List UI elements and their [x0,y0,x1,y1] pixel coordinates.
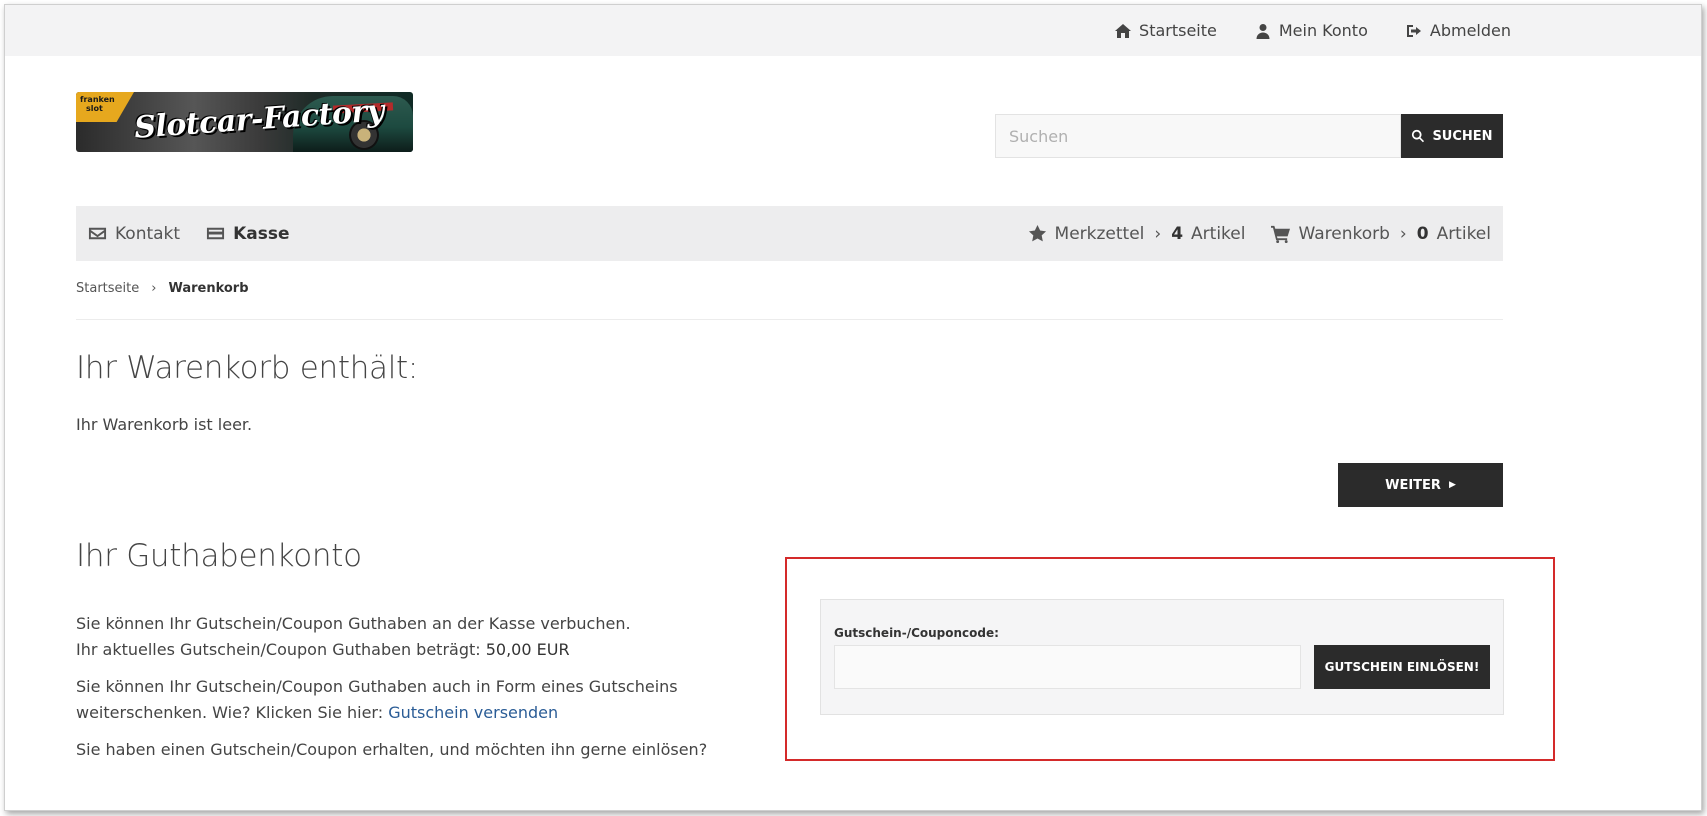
caret-right-icon: ▶ [1448,480,1456,490]
logo-tag: franken slot [76,92,134,122]
coupon-code-input[interactable] [834,645,1301,689]
cart-empty-text: Ihr Warenkorb ist leer. [76,415,253,434]
main-nav-left: Kontakt Kasse [88,224,290,244]
credit-text-2: Ihr aktuelles Gutschein/Coupon Guthaben … [76,637,570,663]
logo-tag-line1: franken [80,95,115,104]
nav-cart-count: 0 [1416,223,1429,244]
coupon-form: Gutschein-/Couponcode: GUTSCHEIN EINLÖSE… [820,599,1504,715]
main-nav: Kontakt Kasse Merkzettel › 4 Artikel War… [76,206,1503,261]
site-logo[interactable]: franken slot Slotcar-Factory [76,92,413,152]
search-button-label: SUCHEN [1432,128,1493,144]
credit-send-prefix: weiterschenken. Wie? Klicken Sie hier: [76,703,389,722]
continue-button-label: WEITER [1385,477,1441,493]
search-input[interactable] [995,114,1401,158]
credit-text-5: Sie haben einen Gutschein/Coupon erhalte… [76,740,708,759]
credit-card-icon [207,227,225,240]
credit-text-3: Sie können Ihr Gutschein/Coupon Guthaben… [76,677,678,696]
credit-heading: Ihr Guthabenkonto [76,538,362,574]
nav-cart-label: Warenkorb [1298,223,1390,244]
nav-wishlist-label: Merkzettel [1054,223,1145,244]
nav-cart-unit: Artikel [1436,223,1491,244]
user-icon [1256,23,1270,39]
divider [76,319,1503,320]
credit-balance-label: Ihr aktuelles Gutschein/Coupon Guthaben … [76,640,486,659]
nav-contact[interactable]: Kontakt [88,224,180,244]
chevron-right-icon: › [1399,223,1407,244]
chevron-right-icon: › [1154,223,1162,244]
search-icon [1412,129,1425,143]
nav-wishlist-unit: Artikel [1191,223,1246,244]
cart-heading: Ihr Warenkorb enthält: [76,350,419,386]
nav-wishlist[interactable]: Merkzettel › 4 Artikel [1028,223,1246,244]
star-icon [1028,224,1046,242]
breadcrumb-current: Warenkorb [168,281,249,296]
redeem-coupon-button[interactable]: GUTSCHEIN EINLÖSEN! [1314,645,1490,689]
top-nav-account[interactable]: Mein Konto [1255,21,1368,40]
envelope-icon [88,227,107,240]
top-nav-home[interactable]: Startseite [1115,21,1217,40]
nav-checkout[interactable]: Kasse [206,223,290,244]
coupon-label: Gutschein-/Couponcode: [834,626,999,640]
breadcrumb: Startseite › Warenkorb [76,281,249,296]
search-form: SUCHEN [995,114,1503,158]
credit-text-1: Sie können Ihr Gutschein/Coupon Guthaben… [76,614,631,633]
top-nav: Startseite Mein Konto Abmelden [1115,5,1511,56]
nav-wishlist-count: 4 [1171,223,1184,244]
page-frame: Startseite Mein Konto Abmelden franken s… [4,4,1702,811]
top-nav-account-label: Mein Konto [1278,21,1368,40]
chevron-right-icon: › [151,281,157,296]
breadcrumb-home[interactable]: Startseite [76,281,139,296]
sign-out-icon [1406,24,1421,37]
continue-button[interactable]: WEITER ▶ [1338,463,1503,507]
top-nav-home-label: Startseite [1139,21,1217,40]
credit-text-4: weiterschenken. Wie? Klicken Sie hier: G… [76,700,558,726]
top-bar: Startseite Mein Konto Abmelden [5,5,1701,56]
nav-cart[interactable]: Warenkorb › 0 Artikel [1271,224,1491,244]
top-nav-logout[interactable]: Abmelden [1406,21,1511,40]
top-nav-logout-label: Abmelden [1429,21,1511,40]
search-button[interactable]: SUCHEN [1401,114,1503,158]
shopping-cart-icon [1271,225,1291,243]
nav-contact-label: Kontakt [115,223,181,244]
logo-tag-line2: slot [86,104,103,113]
send-voucher-link[interactable]: Gutschein versenden [388,703,558,722]
main-nav-right: Merkzettel › 4 Artikel Warenkorb › 0 Art… [1028,224,1491,244]
home-icon [1115,23,1132,38]
credit-balance-amount: 50,00 EUR [485,640,570,659]
nav-checkout-label: Kasse [233,223,290,244]
